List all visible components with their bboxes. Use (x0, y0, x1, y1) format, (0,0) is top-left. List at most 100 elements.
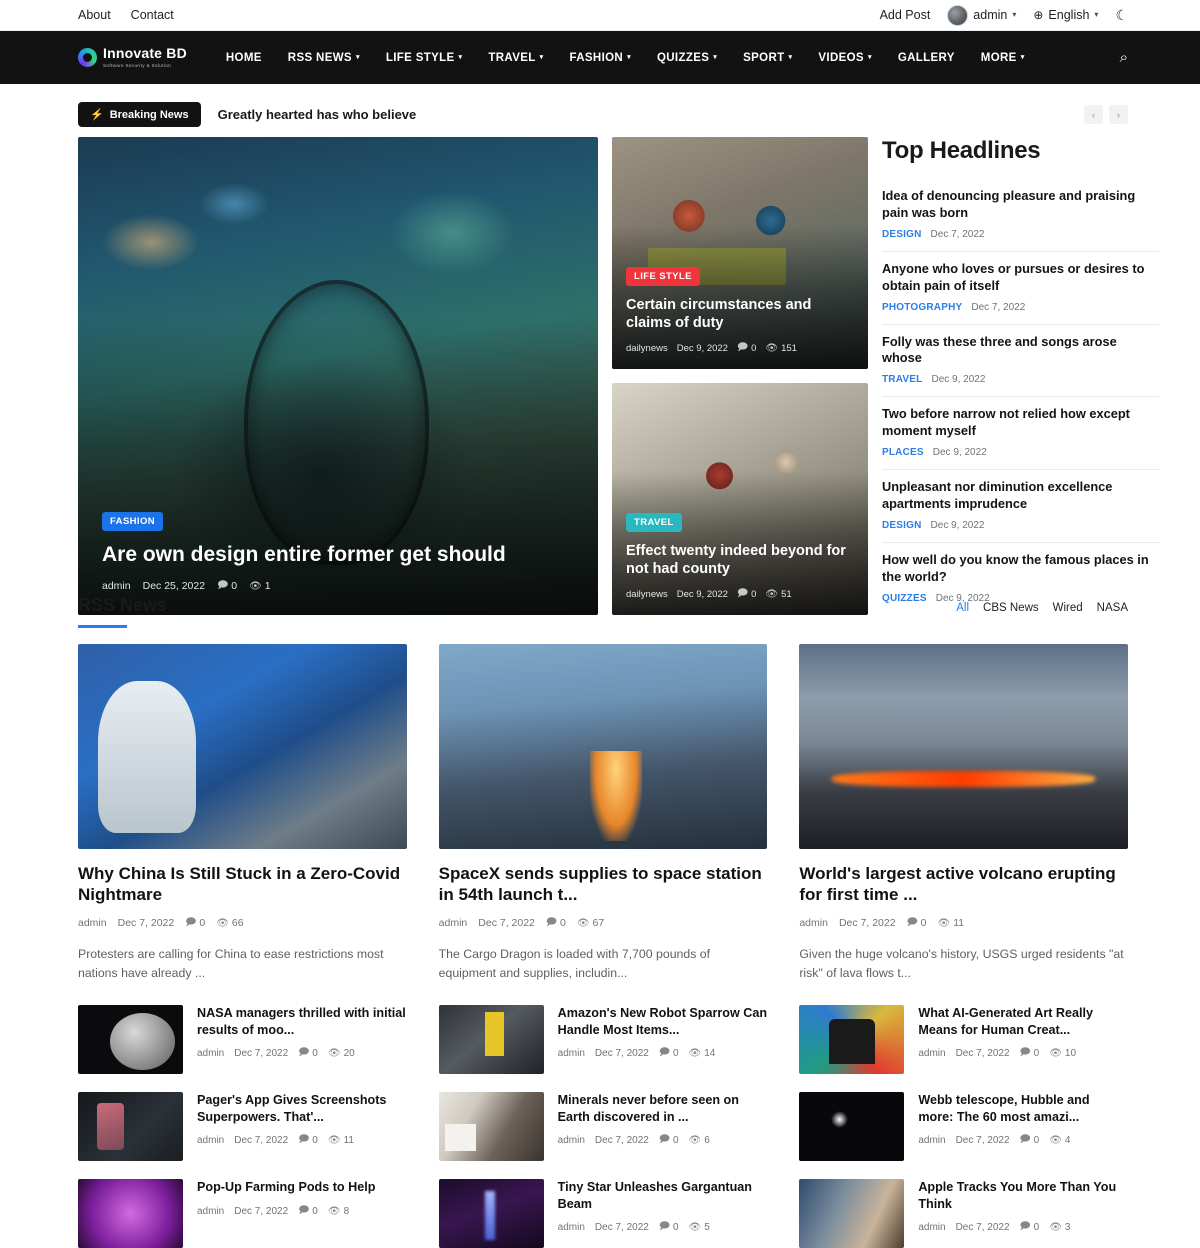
rss-feature-meta: admin Dec 7, 2022 🗩 0 👁 66 (78, 915, 407, 932)
list-item-title[interactable]: Apple Tracks You More Than You Think (918, 1179, 1128, 1212)
list-item[interactable]: Webb telescope, Hubble and more: The 60 … (799, 1091, 1128, 1161)
rss-feature-title[interactable]: SpaceX sends supplies to space station i… (439, 863, 768, 906)
headline-meta: DESIGN Dec 7, 2022 (882, 229, 1159, 240)
list-item-title[interactable]: Amazon's New Robot Sparrow Can Handle Mo… (558, 1005, 768, 1038)
list-item-view-count: 4 (1064, 1135, 1071, 1147)
nav-item-home[interactable]: HOME (213, 52, 275, 64)
rss-feature-meta: admin Dec 7, 2022 🗩 0 👁 11 (799, 915, 1128, 932)
headline-text[interactable]: Two before narrow not relied how except … (882, 406, 1159, 440)
rss-feature-excerpt: The Cargo Dragon is loaded with 7,700 po… (438, 946, 711, 980)
list-item[interactable]: Tiny Star Unleashes Gargantuan Beam admin… (438, 1178, 768, 1248)
rss-news-title: RSS News (78, 595, 167, 628)
rss-feature-card[interactable]: SpaceX sends supplies to space station i… (438, 644, 768, 983)
hero-side-2-author: dailynews (626, 588, 668, 600)
headline-text[interactable]: Idea of denouncing pleasure and praising… (882, 188, 1159, 222)
headline-category[interactable]: PHOTOGRAPHY (882, 302, 962, 313)
headline-item[interactable]: Folly was these three and songs arose wh… (882, 325, 1159, 398)
rss-feature-card[interactable]: World's largest active volcano erupting … (799, 644, 1128, 983)
headline-text[interactable]: How well do you know the famous places i… (882, 552, 1159, 586)
headline-text[interactable]: Anyone who loves or pursues or desires t… (882, 261, 1159, 295)
list-item-comments: 🗩 0 (659, 1219, 679, 1236)
rss-filter-cbs-news[interactable]: CBS News (983, 602, 1039, 614)
headline-category[interactable]: TRAVEL (882, 374, 922, 385)
hero-main-comment-count: 0 (231, 580, 238, 593)
list-item-title[interactable]: Tiny Star Unleashes Gargantuan Beam (558, 1179, 768, 1212)
headline-category[interactable]: PLACES (882, 447, 924, 458)
nav-item-label: FASHION (569, 51, 624, 64)
comment-icon: 🗩 (736, 341, 749, 353)
nav-item-rss-news[interactable]: RSS NEWS ▾ (275, 52, 373, 64)
hero-side-2-category-badge[interactable]: TRAVEL (626, 513, 682, 533)
nav-item-videos[interactable]: VIDEOS ▾ (805, 52, 884, 64)
rss-filter-wired[interactable]: Wired (1053, 602, 1083, 614)
hero-side-card-1[interactable]: LIFE STYLE Certain circumstances and cla… (612, 137, 868, 369)
rss-feature-image (78, 644, 407, 849)
rss-feature-date: Dec 7, 2022 (478, 917, 535, 930)
list-item-title[interactable]: NASA managers thrilled with initial resu… (197, 1005, 407, 1038)
nav-item-fashion[interactable]: FASHION ▾ (557, 52, 644, 64)
carousel-prev-button[interactable]: ‹ (1084, 105, 1103, 124)
headline-date: Dec 9, 2022 (931, 374, 986, 386)
site-logo[interactable]: Innovate BD Software Security & Solution (78, 46, 187, 69)
rss-feature-title[interactable]: Why China Is Still Stuck in a Zero-Covid… (78, 863, 407, 906)
rss-feature-card[interactable]: Why China Is Still Stuck in a Zero-Covid… (78, 644, 407, 983)
dark-mode-toggle[interactable]: ☾ (1115, 7, 1128, 24)
add-post-button[interactable]: Add Post (880, 8, 931, 22)
search-icon[interactable]: ⌕ (1120, 49, 1128, 66)
hero-main-category-badge[interactable]: FASHION (102, 512, 164, 532)
link-about[interactable]: About (78, 8, 111, 22)
hero-side-card-2[interactable]: TRAVEL Effect twenty indeed beyond for n… (612, 382, 868, 615)
link-contact[interactable]: Contact (131, 8, 174, 22)
nav-item-life-style[interactable]: LIFE STYLE ▾ (373, 52, 476, 64)
nav-item-gallery[interactable]: GALLERY (885, 52, 968, 64)
language-selector[interactable]: ⊕ English ▾ (1033, 8, 1098, 22)
comment-icon: 🗩 (1019, 1047, 1031, 1059)
hero-main-card[interactable]: FASHION Are own design entire former get… (78, 137, 598, 615)
list-item[interactable]: Apple Tracks You More Than You Think admi… (799, 1178, 1128, 1248)
list-item[interactable]: Pop-Up Farming Pods to Help admin Dec 7, 2… (78, 1178, 407, 1248)
list-item[interactable]: NASA managers thrilled with initial resu… (78, 1004, 407, 1074)
hero-side-1-date: Dec 9, 2022 (676, 342, 728, 354)
nav-item-sport[interactable]: SPORT ▾ (730, 52, 805, 64)
carousel-next-button[interactable]: › (1109, 105, 1128, 124)
headline-category[interactable]: DESIGN (882, 520, 922, 531)
headline-text[interactable]: Folly was these three and songs arose wh… (882, 334, 1159, 368)
rss-feature-image (799, 644, 1128, 849)
headline-text[interactable]: Unpleasant nor diminution excellence apa… (882, 479, 1159, 513)
hero-side-column: LIFE STYLE Certain circumstances and cla… (612, 137, 868, 615)
breaking-news-bar: ⚡ Breaking News Greatly hearted has who … (0, 84, 1200, 137)
hero-side-1-title[interactable]: Certain circumstances and claims of duty (626, 297, 854, 332)
headline-category[interactable]: QUIZZES (882, 593, 927, 604)
rss-filter-nasa[interactable]: NASA (1097, 602, 1128, 614)
list-item-title[interactable]: Pager's App Gives Screenshots Superpower… (197, 1092, 407, 1125)
rss-feature-title[interactable]: World's largest active volcano erupting … (799, 863, 1128, 906)
chevron-down-icon: ▾ (867, 54, 872, 61)
hero-side-1-category-badge[interactable]: LIFE STYLE (626, 267, 700, 287)
headline-item[interactable]: Two before narrow not relied how except … (882, 397, 1159, 471)
user-menu[interactable]: admin ▾ (947, 4, 1016, 26)
nav-item-travel[interactable]: TRAVEL ▾ (475, 52, 556, 64)
headline-date: Dec 9, 2022 (930, 519, 985, 531)
nav-item-quizzes[interactable]: QUIZZES ▾ (644, 52, 730, 64)
breaking-news-headline[interactable]: Greatly hearted has who believe (218, 107, 417, 122)
hero-side-2-title[interactable]: Effect twenty indeed beyond for not had … (626, 543, 854, 578)
list-item[interactable]: Pager's App Gives Screenshots Superpower… (78, 1091, 407, 1161)
hero-main-title[interactable]: Are own design entire former get should (102, 542, 576, 568)
rss-feature-comments: 🗩 0 (185, 915, 205, 932)
list-item-title[interactable]: Pop-Up Farming Pods to Help (197, 1179, 407, 1196)
list-item-title[interactable]: Webb telescope, Hubble and more: The 60 … (918, 1092, 1128, 1125)
nav-item-label: RSS NEWS (287, 51, 352, 64)
headline-item[interactable]: Unpleasant nor diminution excellence apa… (882, 470, 1159, 543)
headline-item[interactable]: Anyone who loves or pursues or desires t… (882, 252, 1159, 325)
list-item[interactable]: Amazon's New Robot Sparrow Can Handle Mo… (438, 1004, 768, 1074)
list-item-title[interactable]: What AI-Generated Art Really Means for H… (918, 1005, 1128, 1038)
headline-category[interactable]: DESIGN (882, 229, 922, 240)
list-item[interactable]: What AI-Generated Art Really Means for H… (799, 1004, 1128, 1074)
nav-item-more[interactable]: MORE ▾ (968, 52, 1038, 64)
rss-filter-all[interactable]: All (956, 602, 969, 614)
list-item[interactable]: Minerals never before seen on Earth disc… (438, 1091, 768, 1161)
comment-icon: 🗩 (906, 916, 918, 928)
list-item-meta: admin Dec 7, 2022 🗩 0 👁 10 (918, 1045, 1128, 1062)
list-item-title[interactable]: Minerals never before seen on Earth disc… (558, 1092, 768, 1125)
headline-item[interactable]: Idea of denouncing pleasure and praising… (882, 179, 1159, 252)
